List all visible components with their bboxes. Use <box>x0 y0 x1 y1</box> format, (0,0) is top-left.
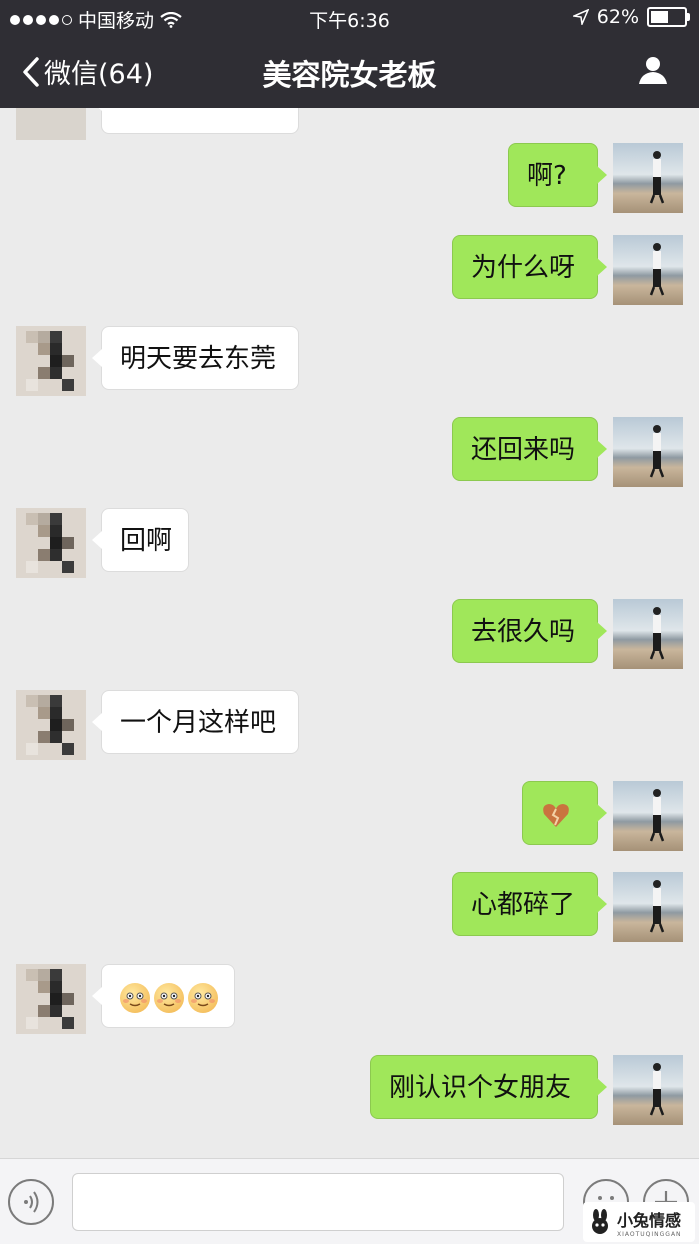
message-bubble[interactable]: 明天要去东莞 <box>92 326 299 390</box>
nav-bar: 微信(64) 美容院女老板 <box>0 34 699 108</box>
back-label: 微信(64) <box>44 59 154 90</box>
message-row: 为什么呀 <box>0 235 699 305</box>
message-bubble[interactable]: 心都碎了 <box>452 872 607 936</box>
back-button[interactable]: 微信(64) <box>22 52 153 91</box>
message-row: 刚认识个女朋友 <box>0 1055 699 1125</box>
watermark-logo: 小兔情感 XIAOTUQINGGAN <box>583 1202 695 1242</box>
voice-button[interactable] <box>8 1179 54 1225</box>
watermark-url: XIAOTUQINGGAN <box>617 1230 682 1238</box>
blushing-face-icon <box>120 982 150 1013</box>
my-avatar[interactable] <box>613 143 683 213</box>
message-text: 刚认识个女朋友 <box>389 1073 572 1103</box>
message-bubble[interactable]: 啊? <box>508 143 607 207</box>
contact-avatar[interactable] <box>16 508 86 578</box>
message-row <box>0 781 699 851</box>
message-row: 心都碎了 <box>0 872 699 942</box>
message-row: 一个月这样吧 <box>0 690 699 760</box>
blushing-face-icon <box>154 982 184 1013</box>
message-row <box>0 964 699 1034</box>
blushing-face-icon <box>188 982 218 1013</box>
broken-heart-icon <box>541 799 571 829</box>
input-bar: 小兔情感 XIAOTUQINGGAN <box>0 1158 699 1244</box>
my-avatar[interactable] <box>613 781 683 851</box>
message-text: 去很久吗 <box>471 617 576 647</box>
contact-avatar[interactable] <box>16 690 86 760</box>
message-bubble[interactable]: 回啊 <box>92 508 189 572</box>
chevron-left-icon <box>23 56 39 87</box>
contact-avatar[interactable] <box>16 326 86 396</box>
my-avatar[interactable] <box>613 872 683 942</box>
chat-area[interactable]: 啊? 为什么呀明天要去东莞还回来吗回啊去很久吗一个月这样吧心都碎了刚认识个女朋友 <box>0 108 699 1158</box>
message-input[interactable] <box>72 1173 564 1231</box>
message-text: 还回来吗 <box>471 435 576 465</box>
voice-icon <box>24 1191 39 1213</box>
person-icon <box>639 57 667 84</box>
message-text: 回啊 <box>120 526 173 556</box>
my-avatar[interactable] <box>613 417 683 487</box>
watermark-brand: 小兔情感 <box>617 1210 682 1230</box>
status-bar: 中国移动 下午6:36 62% <box>0 0 699 34</box>
message-bubble-partial[interactable] <box>92 108 299 134</box>
message-bubble[interactable]: 还回来吗 <box>452 417 607 481</box>
message-text: 啊? <box>527 161 567 191</box>
message-bubble[interactable]: 一个月这样吧 <box>92 690 299 754</box>
message-text: 心都碎了 <box>471 890 576 920</box>
message-text: 一个月这样吧 <box>120 708 277 738</box>
message-row: 啊? <box>0 143 699 213</box>
my-avatar[interactable] <box>613 599 683 669</box>
message-row: 还回来吗 <box>0 417 699 487</box>
profile-button[interactable] <box>637 54 669 90</box>
message-text: 明天要去东莞 <box>120 344 277 374</box>
contact-avatar[interactable] <box>16 964 86 1034</box>
message-row: 去很久吗 <box>0 599 699 669</box>
my-avatar[interactable] <box>613 235 683 305</box>
chat-title: 美容院女老板 <box>262 58 437 92</box>
message-row-partial <box>0 108 699 140</box>
message-bubble[interactable]: 去很久吗 <box>452 599 607 663</box>
message-row: 回啊 <box>0 508 699 578</box>
message-row: 明天要去东莞 <box>0 326 699 396</box>
contact-avatar[interactable] <box>16 108 86 140</box>
message-bubble[interactable]: 刚认识个女朋友 <box>370 1055 607 1119</box>
battery-percent: 62% <box>596 6 639 28</box>
message-bubble[interactable]: 为什么呀 <box>452 235 607 299</box>
message-text: 为什么呀 <box>471 253 576 283</box>
location-arrow-icon <box>572 9 589 25</box>
my-avatar[interactable] <box>613 1055 683 1125</box>
top-bar: 中国移动 下午6:36 62% 微信(64) 美容院女老板 <box>0 0 699 108</box>
rabbit-logo-icon <box>592 1209 608 1234</box>
message-bubble[interactable] <box>92 964 235 1028</box>
battery-icon <box>647 7 690 27</box>
message-bubble[interactable] <box>522 781 607 845</box>
